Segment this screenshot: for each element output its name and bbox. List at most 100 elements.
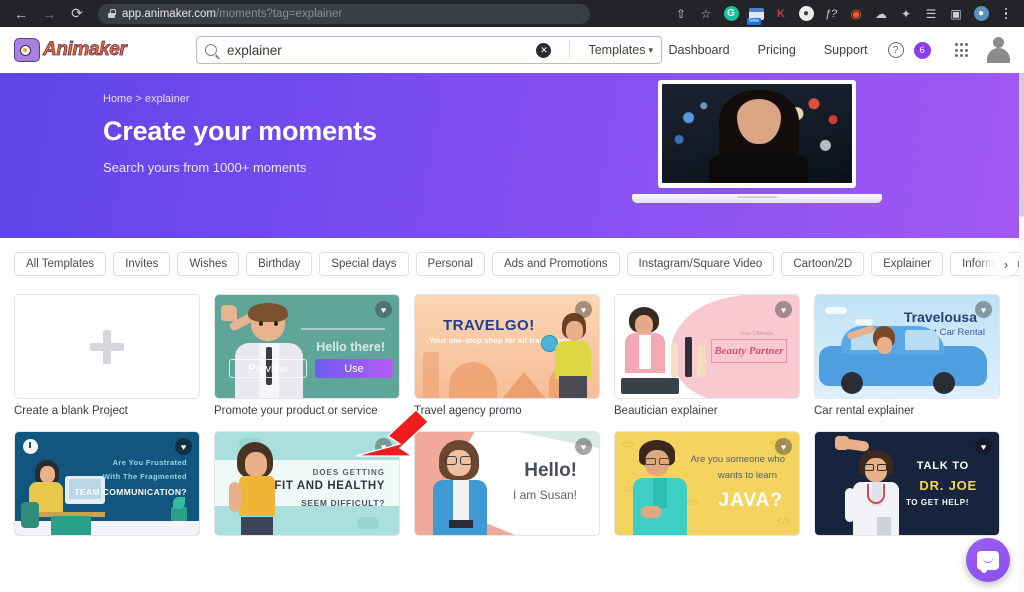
templates-dropdown-label: Templates: [588, 43, 646, 57]
clear-search-button[interactable]: ✕: [536, 42, 552, 58]
template-card-dr-joe[interactable]: TALK TO DR. JOE TO GET HELP! ♥: [814, 431, 1000, 542]
category-tab-strip: All Templates Invites Wishes Birthday Sp…: [0, 238, 1024, 290]
card-line-1: Are You Frustrated: [112, 458, 187, 467]
lock-icon: [108, 9, 116, 18]
template-card-team-communication[interactable]: Are You Frustrated With The Fragmented T…: [14, 431, 200, 542]
promote-thumb[interactable]: Hello there! Preview Use ♥: [214, 294, 400, 399]
card-line-1: Hello!: [524, 460, 577, 481]
back-arrow-icon[interactable]: ←: [8, 3, 34, 25]
cloud-extension-icon[interactable]: ☁: [869, 3, 893, 25]
nav-link-pricing[interactable]: Pricing: [744, 43, 810, 57]
tab-birthday[interactable]: Birthday: [246, 252, 313, 276]
help-icon[interactable]: ?: [887, 42, 904, 58]
hero-text-block: Home > explainer Create your moments Sea…: [0, 73, 1024, 175]
susan-thumb[interactable]: Hello! I am Susan! ♥: [414, 431, 600, 536]
template-card-susan[interactable]: Hello! I am Susan! ♥: [414, 431, 600, 542]
card-line-2: FIT AND HEALTHY: [274, 480, 385, 492]
divider: [569, 41, 571, 59]
search-box[interactable]: explainer ✕ Templates ▾: [196, 36, 662, 64]
screen-recorder-extension-icon[interactable]: ●: [794, 3, 818, 25]
favorite-heart-icon[interactable]: ♥: [375, 301, 392, 318]
travelgo-thumb[interactable]: TRAVELGO! Your one-stop shop for all tra…: [414, 294, 600, 399]
java-thumb[interactable]: </> </> </> </> </> Are you someone who …: [614, 431, 800, 536]
template-card-promote[interactable]: Hello there! Preview Use ♥ Promote your …: [214, 294, 400, 417]
forward-arrow-icon[interactable]: →: [36, 3, 62, 25]
favorite-heart-icon[interactable]: ♥: [975, 301, 992, 318]
template-card-car-rental[interactable]: Travelousa The Best Car Rental ♥ Car ren…: [814, 294, 1000, 417]
plus-icon: [90, 329, 124, 364]
avatar[interactable]: [986, 37, 1010, 63]
tab-explainer[interactable]: Explainer: [871, 252, 944, 276]
breadcrumb[interactable]: Home > explainer: [103, 93, 1024, 105]
sidepanel-icon[interactable]: ▣: [944, 3, 968, 25]
blank-project-thumb[interactable]: [14, 294, 200, 399]
divider: [301, 328, 385, 330]
url-domain: app.animaker.com: [122, 7, 216, 20]
card-line-3: SEEM DIFFICULT?: [301, 498, 385, 508]
card-title: Beauty Partner: [711, 339, 787, 363]
grammarly-extension-icon[interactable]: G: [719, 3, 743, 25]
favorite-heart-icon[interactable]: ♥: [175, 438, 192, 455]
tab-special-days[interactable]: Special days: [319, 252, 409, 276]
favorite-heart-icon[interactable]: ♥: [775, 438, 792, 455]
template-grid: Create a blank Project Hello there! Prev…: [0, 290, 1024, 542]
tabs-next-arrow-icon[interactable]: ›: [994, 252, 1018, 276]
beauty-thumb[interactable]: Your Ultimate Beauty Partner ♥: [614, 294, 800, 399]
loom-extension-icon[interactable]: ◉: [844, 3, 868, 25]
card-line-1: DOES GETTING: [312, 468, 385, 477]
teamcomm-thumb[interactable]: Are You Frustrated With The Fragmented T…: [14, 431, 200, 536]
page-title: Create your moments: [103, 116, 377, 146]
tab-all-templates[interactable]: All Templates: [14, 252, 107, 276]
use-button[interactable]: Use: [315, 359, 393, 378]
card-line-3: JAVA?: [718, 490, 783, 511]
share-icon[interactable]: ⇧: [669, 3, 693, 25]
template-card-travel-agency[interactable]: TRAVELGO! Your one-stop shop for all tra…: [414, 294, 600, 417]
favorite-heart-icon[interactable]: ♥: [975, 438, 992, 455]
tab-cartoon-2d[interactable]: Cartoon/2D: [781, 252, 865, 276]
animaker-mascot-icon: [14, 38, 40, 62]
intercom-chat-button[interactable]: [966, 538, 1010, 582]
template-card-java[interactable]: </> </> </> </> </> Are you someone who …: [614, 431, 800, 542]
tab-personal[interactable]: Personal: [415, 252, 485, 276]
tab-invites[interactable]: Invites: [113, 252, 171, 276]
news-extension-icon[interactable]: New: [744, 3, 768, 25]
card-line-1: TALK TO: [916, 460, 969, 472]
templates-dropdown[interactable]: Templates ▾: [588, 43, 653, 57]
math-extension-icon[interactable]: ƒ?: [819, 3, 843, 25]
template-card-beautician[interactable]: Your Ultimate Beauty Partner ♥ Beauticia…: [614, 294, 800, 417]
profile-avatar-icon[interactable]: ●: [969, 3, 993, 25]
tab-ads-and-promotions[interactable]: Ads and Promotions: [491, 252, 620, 276]
preview-button[interactable]: Preview: [229, 359, 307, 378]
favorite-heart-icon[interactable]: ♥: [775, 301, 792, 318]
puzzle-extensions-icon[interactable]: ✦: [894, 3, 918, 25]
card-label: Travel agency promo: [414, 405, 522, 417]
animaker-logo[interactable]: Animaker: [14, 38, 128, 62]
playlist-extension-icon[interactable]: ☰: [919, 3, 943, 25]
browser-extensions: ⇧ ☆ G New K ● ƒ? ◉ ☁ ✦ ☰ ▣ ●: [669, 3, 1018, 25]
chrome-menu-icon[interactable]: [994, 3, 1018, 25]
search-icon: [205, 44, 217, 56]
nav-link-support[interactable]: Support: [810, 43, 882, 57]
carrental-thumb[interactable]: Travelousa The Best Car Rental ♥: [814, 294, 1000, 399]
tab-instagram-square-video[interactable]: Instagram/Square Video: [626, 252, 775, 276]
credits-badge[interactable]: 6: [913, 41, 931, 59]
search-input[interactable]: explainer: [227, 43, 526, 58]
card-label: Beautician explainer: [614, 405, 718, 417]
nav-link-dashboard[interactable]: Dashboard: [654, 43, 743, 57]
brand-name: Animaker: [43, 39, 128, 61]
card-line-2: With The Fragmented: [102, 472, 187, 481]
drjoe-thumb[interactable]: TALK TO DR. JOE TO GET HELP! ♥: [814, 431, 1000, 536]
favorite-heart-icon[interactable]: ♥: [575, 301, 592, 318]
card-subtitle: Your Ultimate: [739, 331, 773, 337]
apps-grid-icon[interactable]: [954, 43, 968, 57]
address-bar[interactable]: app.animaker.com/moments?tag=explainer: [98, 3, 590, 24]
template-card-blank[interactable]: Create a blank Project: [14, 294, 200, 417]
reload-icon[interactable]: ⟳: [64, 3, 90, 25]
category-tabs: All Templates Invites Wishes Birthday Sp…: [14, 252, 1024, 276]
tab-wishes[interactable]: Wishes: [177, 252, 240, 276]
favorite-heart-icon[interactable]: ♥: [575, 438, 592, 455]
kami-extension-icon[interactable]: K: [769, 3, 793, 25]
card-line-3: TEAM COMMUNICATION?: [74, 487, 187, 497]
header-nav: Dashboard Pricing Support ? 6: [654, 37, 1010, 63]
bookmark-star-icon[interactable]: ☆: [694, 3, 718, 25]
